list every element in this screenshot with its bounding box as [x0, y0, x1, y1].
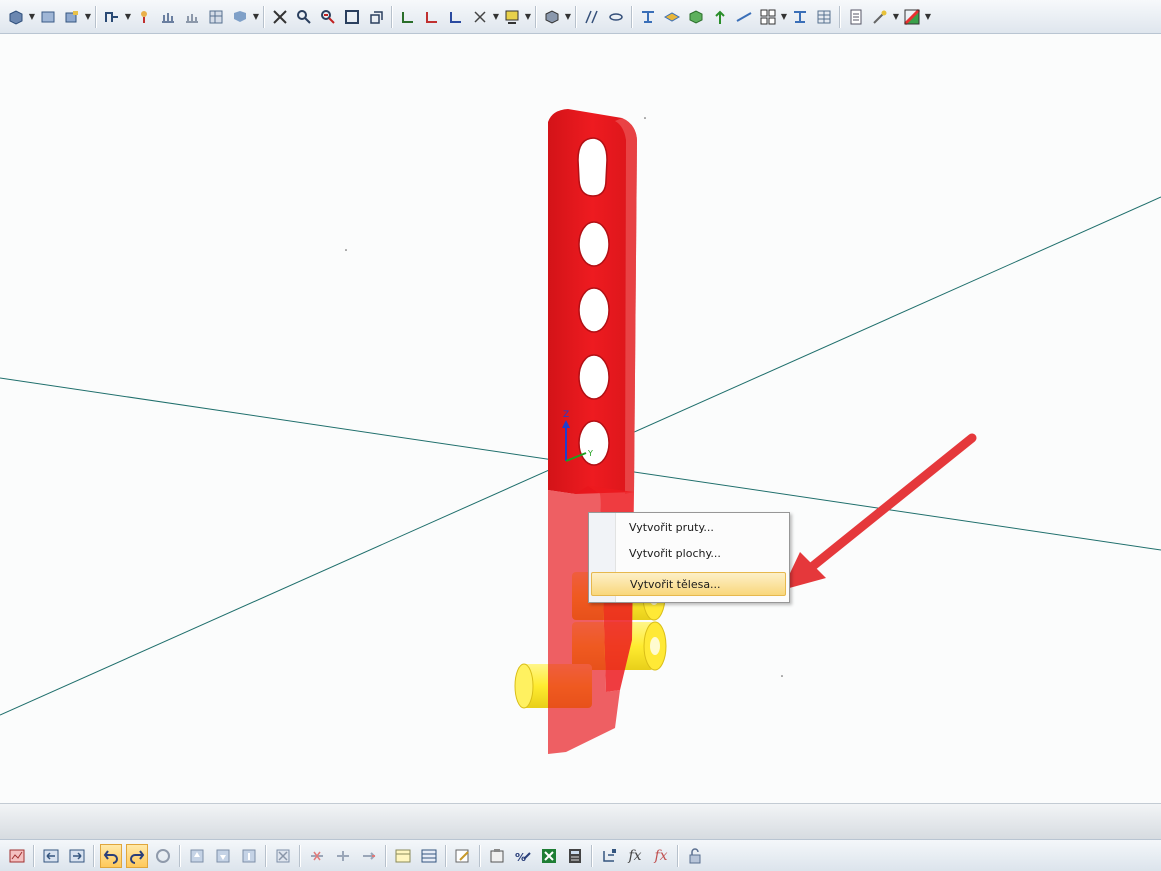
dropdown-arrow-icon[interactable]: ▼ [564, 6, 572, 28]
calculator-icon[interactable] [564, 844, 586, 868]
table-view-icon[interactable] [205, 6, 227, 28]
insert-row-icon[interactable] [332, 844, 354, 868]
list-icon[interactable] [845, 6, 867, 28]
model-canvas: Z Y [0, 109, 1161, 754]
export-icon[interactable] [66, 844, 88, 868]
view-y-icon[interactable] [421, 6, 443, 28]
magic-icon[interactable] [869, 6, 891, 28]
menu-item-create-solids[interactable]: Vytvořit tělesa... [591, 572, 786, 596]
members-icon[interactable] [101, 6, 123, 28]
dropdown-arrow-icon[interactable]: ▼ [28, 6, 36, 28]
lock-icon[interactable] [684, 844, 706, 868]
red-plate[interactable] [548, 109, 637, 754]
dropdown-arrow-icon[interactable]: ▼ [524, 6, 532, 28]
refresh-icon[interactable] [152, 844, 174, 868]
undo-icon[interactable] [100, 843, 122, 868]
dropdown-arrow-icon[interactable]: ▼ [252, 6, 260, 28]
view-z-icon[interactable] [445, 6, 467, 28]
dropdown-arrow-icon[interactable]: ▼ [780, 6, 788, 28]
menu-item-create-members[interactable]: Vytvořit pruty... [591, 516, 786, 540]
tab-strip [0, 803, 1161, 840]
table-yellow-icon[interactable] [392, 844, 414, 868]
clipboard-icon[interactable] [486, 844, 508, 868]
table-icon[interactable] [813, 6, 835, 28]
loads-icon[interactable] [157, 6, 179, 28]
dropdown-arrow-icon[interactable]: ▼ [84, 6, 92, 28]
grid-icon[interactable] [757, 6, 779, 28]
nodes-icon[interactable] [61, 6, 83, 28]
ruler-icon[interactable] [789, 6, 811, 28]
menu-item-create-surfaces[interactable]: Vytvořit plochy... [591, 542, 786, 566]
dropdown-arrow-icon[interactable]: ▼ [492, 6, 500, 28]
main-toolbar: ▼ ▼ ▼ ▼ ▼ ▼ ▼ ▼ ▼ ▼ [0, 0, 1161, 34]
dropdown-arrow-icon[interactable]: ▼ [892, 6, 900, 28]
box-icon[interactable] [341, 6, 363, 28]
delete-icon[interactable] [272, 844, 294, 868]
svg-text:Y: Y [587, 449, 593, 458]
function-icon[interactable]: fx [624, 844, 646, 868]
info-icon[interactable] [238, 844, 260, 868]
delete-row-icon[interactable] [306, 844, 328, 868]
cube-icon[interactable] [685, 6, 707, 28]
supports-icon[interactable] [133, 6, 155, 28]
function-clear-icon[interactable]: fx [650, 844, 672, 868]
plane-surface-icon[interactable] [661, 6, 683, 28]
append-row-icon[interactable] [358, 844, 380, 868]
move-down-icon[interactable] [212, 844, 234, 868]
lines-icon[interactable] [581, 6, 603, 28]
display-icon[interactable] [501, 6, 523, 28]
render-mode-icon[interactable] [229, 6, 251, 28]
zoom-icon[interactable] [293, 6, 315, 28]
color-icon[interactable] [901, 6, 923, 28]
view-x-icon[interactable] [397, 6, 419, 28]
move-up-icon[interactable] [186, 844, 208, 868]
zoom-out-icon[interactable] [317, 6, 339, 28]
hierarchy-icon[interactable] [598, 844, 620, 868]
model-viewport[interactable]: Z Y [0, 35, 1161, 803]
excel-icon[interactable] [538, 844, 560, 868]
units-icon[interactable]: % [512, 844, 534, 868]
solid-icon[interactable] [541, 6, 563, 28]
rotate-icon[interactable] [469, 6, 491, 28]
redo-icon[interactable] [126, 843, 148, 868]
arrow-icon[interactable] [709, 6, 731, 28]
view-2-icon[interactable] [37, 6, 59, 28]
chart-icon[interactable] [6, 844, 28, 868]
bottom-toolbar: % fx fx [0, 839, 1161, 871]
edit-icon[interactable] [452, 844, 474, 868]
dropdown-arrow-icon[interactable]: ▼ [124, 6, 132, 28]
render-icon[interactable] [269, 6, 291, 28]
plane-icon[interactable] [733, 6, 755, 28]
sets-icon[interactable] [181, 6, 203, 28]
dropdown-arrow-icon[interactable]: ▼ [924, 6, 932, 28]
iso-icon[interactable] [365, 6, 387, 28]
context-menu: Vytvořit pruty... Vytvořit plochy... Vyt… [588, 512, 790, 603]
annotation-arrow [782, 433, 977, 590]
table-blue-icon[interactable] [418, 844, 440, 868]
view-icon[interactable] [5, 6, 27, 28]
section-icon[interactable] [605, 6, 627, 28]
svg-text:Z: Z [563, 410, 569, 420]
surface-icon[interactable] [637, 6, 659, 28]
import-icon[interactable] [40, 844, 62, 868]
